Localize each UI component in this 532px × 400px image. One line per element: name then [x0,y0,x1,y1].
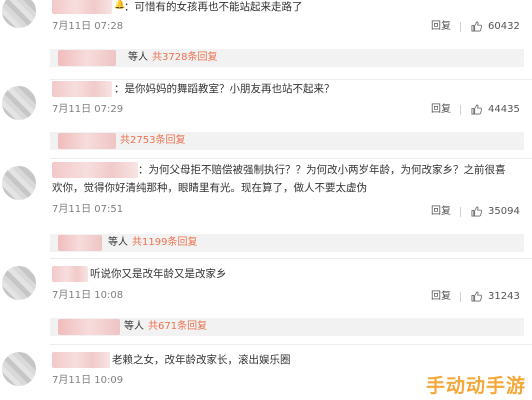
reply-users-suffix: 等人 [124,321,144,332]
comment-date: 7月11日 07:29 [52,104,124,115]
comment-date: 7月11日 10:08 [52,290,124,301]
avatar[interactable] [2,352,36,386]
like-count: 44435 [488,104,520,115]
avatar[interactable] [2,86,36,120]
blurred-username[interactable] [52,162,138,178]
comment-date: 7月11日 07:51 [52,204,124,215]
view-replies-link[interactable]: 共671条回复 [148,318,207,336]
thumbs-up-icon[interactable] [471,291,482,302]
reply-users-suffix: 等人 [108,237,128,248]
comment-text-line-2: 欢你，觉得你好清纯那种，眼睛里有光。现在算了，做人不要太虚伪 [52,182,367,194]
reply-summary[interactable] [50,318,524,336]
reply-button[interactable]: 回复 [431,20,451,34]
divider [460,292,461,302]
blurred-username [58,133,116,149]
divider [50,344,532,345]
divider [460,207,461,217]
avatar[interactable] [2,166,36,200]
comment-text: 老赖之女，改年龄改家长，滚出娱乐圈 [112,354,291,366]
comments-page: 🔔 ：可惜有的女孩再也不能站起来走路了 7月11日 07:28 回复 60432… [0,0,532,400]
like-count: 60432 [488,21,520,32]
blurred-username[interactable] [52,81,112,97]
divider [460,22,461,32]
watermark-logo: 手动动手游 [425,375,526,397]
comment-text: ：是你妈妈的舞蹈教室？小朋友再也站不起来？ [114,83,335,95]
comment-date: 7月11日 10:09 [52,375,124,386]
reply-button[interactable]: 回复 [431,290,451,304]
blurred-username[interactable] [52,0,112,14]
blurred-username [58,50,116,66]
view-replies-link[interactable]: 共3728条回复 [152,49,217,67]
like-count: 31243 [488,291,520,302]
avatar[interactable] [2,266,36,300]
blurred-username[interactable] [52,352,110,368]
reply-button[interactable]: 回复 [431,205,451,219]
thumbs-up-icon[interactable] [471,21,482,32]
like-count: 35094 [488,206,520,217]
divider [50,158,532,159]
avatar[interactable] [2,0,36,28]
view-replies-link[interactable]: 共2753条回复 [120,132,185,150]
thumbs-up-icon[interactable] [471,104,482,115]
comment-text: 听说你又是改年龄又是改家乡 [90,268,227,280]
divider [460,105,461,115]
reply-users-suffix: 等人 [128,52,148,63]
comment-text-line-1: ：为何父母拒不赔偿被强制执行？？为何改小两岁年龄，为何改家乡？之前很喜 [138,164,506,176]
comment-date: 7月11日 07:28 [52,21,124,32]
view-replies-link[interactable]: 共1199条回复 [132,234,197,252]
divider [50,258,532,259]
blurred-username [58,319,120,335]
comment-text: ：可惜有的女孩再也不能站起来走路了 [124,1,303,13]
thumbs-up-icon[interactable] [471,206,482,217]
blurred-username [58,235,102,251]
reply-button[interactable]: 回复 [431,103,451,117]
reply-summary[interactable] [50,49,524,67]
blurred-username[interactable] [52,266,88,282]
